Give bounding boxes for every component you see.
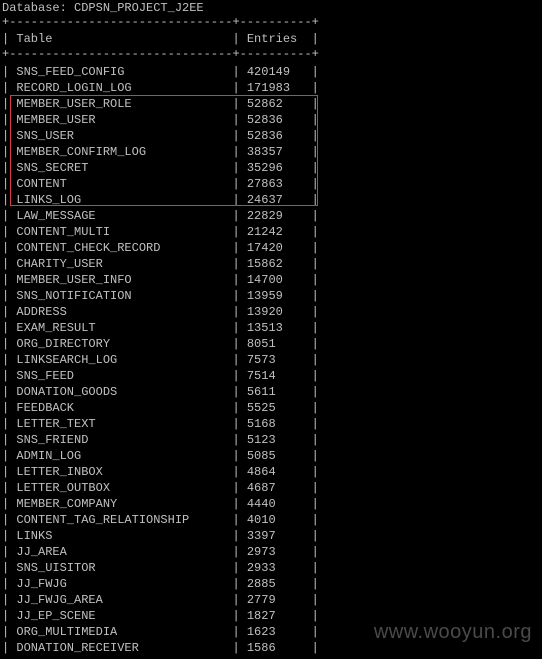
table-row: | JJ_FWJG_AREA | 2779 | (2, 593, 319, 607)
table-row: | ORG_DIRECTORY | 8051 | (2, 337, 319, 351)
table-row: | SNS_FEED_CONFIG | 420149 | (2, 65, 319, 79)
table-row: | MEMBER_USER_INFO | 14700 | (2, 273, 319, 287)
table-row: | ADMIN_LOG | 5085 | (2, 449, 319, 463)
table-row: | LINKSEARCH_LOG | 7573 | (2, 353, 319, 367)
table-column-header: | Table | Entries | (2, 32, 319, 46)
table-row: | RECORD_LOGIN_LOG | 171983 | (2, 81, 319, 95)
table-row: | MEMBER_COMPANY | 4440 | (2, 497, 319, 511)
table-top-border: +-------------------------------+-------… (2, 15, 319, 29)
table-row: | LETTER_TEXT | 5168 | (2, 417, 319, 431)
table-row: | CONTENT_TAG_RELATIONSHIP | 4010 | (2, 513, 319, 527)
table-row: | LETTER_OUTBOX | 4687 | (2, 481, 319, 495)
table-row: | SNS_FEED | 7514 | (2, 369, 319, 383)
table-row: | SNS_USER | 52836 | (2, 129, 319, 143)
table-row: | JJ_AREA | 2973 | (2, 545, 319, 559)
table-row: | FEEDBACK | 5525 | (2, 401, 319, 415)
table-row: | JJ_EP_SCENE | 1827 | (2, 609, 319, 623)
console-output: Database: CDPSN_PROJECT_J2EE +----------… (2, 0, 540, 659)
table-row: | CONTENT_MULTI | 21242 | (2, 225, 319, 239)
table-header-border: +-------------------------------+-------… (2, 47, 319, 61)
table-row: | DONATION_GOODS | 5611 | (2, 385, 319, 399)
table-row: | SNS_NOTIFICATION | 13959 | (2, 289, 319, 303)
table-row: | SNS_SECRET | 35296 | (2, 161, 319, 175)
table-row: | SNS_UISITOR | 2933 | (2, 561, 319, 575)
table-row: | LINKS_LOG | 24637 | (2, 193, 319, 207)
table-row: | CONTENT_CHECK_RECORD | 17420 | (2, 241, 319, 255)
table-row: | LETTER_INBOX | 4864 | (2, 465, 319, 479)
table-row: | LAW_MESSAGE | 22829 | (2, 209, 319, 223)
table-row: | CONTENT | 27863 | (2, 177, 319, 191)
table-row: | ORG_MULTIMEDIA | 1623 | (2, 625, 319, 639)
table-row: | ADDRESS | 13920 | (2, 305, 319, 319)
table-row: | CHARITY_USER | 15862 | (2, 257, 319, 271)
table-row: | MEMBER_USER | 52836 | (2, 113, 319, 127)
table-row: | DONATION_RECEIVER | 1586 | (2, 641, 319, 655)
table-row: | EXAM_RESULT | 13513 | (2, 321, 319, 335)
table-row: | SNS_FRIEND | 5123 | (2, 433, 319, 447)
watermark: www.wooyun.org (373, 621, 532, 643)
table-row: | JJ_FWJG | 2885 | (2, 577, 319, 591)
table-row: | MEMBER_CONFIRM_LOG | 38357 | (2, 145, 319, 159)
table-row: | MEMBER_USER_ROLE | 52862 | (2, 97, 319, 111)
table-row: | LINKS | 3397 | (2, 529, 319, 543)
